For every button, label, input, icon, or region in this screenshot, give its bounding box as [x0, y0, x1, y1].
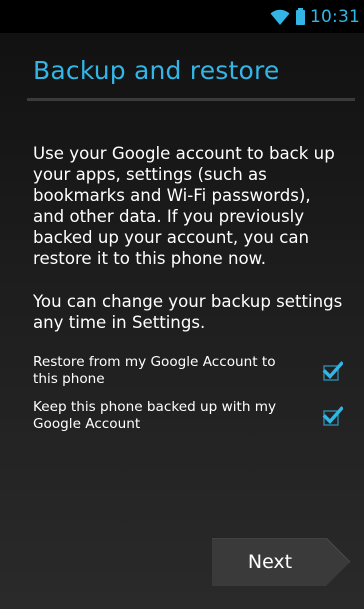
checkmark-icon [322, 361, 343, 381]
restore-option-label: Restore from my Google Account to this p… [33, 354, 276, 387]
description-text: Use your Google account to back up your … [33, 144, 335, 268]
settings-note-text: You can change your backup settings any … [33, 292, 343, 332]
next-button-label: Next [247, 551, 293, 573]
backup-option[interactable]: Keep this phone backed up with my Google… [33, 399, 343, 439]
next-button[interactable]: Next [212, 538, 352, 586]
restore-option[interactable]: Restore from my Google Account to this p… [33, 354, 343, 394]
status-bar: 10:31 [0, 0, 364, 33]
status-icons: 10:31 [270, 6, 360, 28]
checkmark-icon [322, 406, 343, 426]
battery-icon [296, 7, 305, 25]
screen: 10:31 Backup and restore Use your Google… [0, 0, 364, 609]
backup-checkbox[interactable] [321, 405, 343, 427]
restore-checkbox[interactable] [321, 360, 343, 382]
backup-option-label: Keep this phone backed up with my Google… [33, 399, 277, 432]
clock: 10:31 [310, 7, 360, 27]
title-divider [27, 98, 355, 101]
wifi-icon [270, 9, 290, 25]
page-title: Backup and restore [33, 56, 280, 85]
